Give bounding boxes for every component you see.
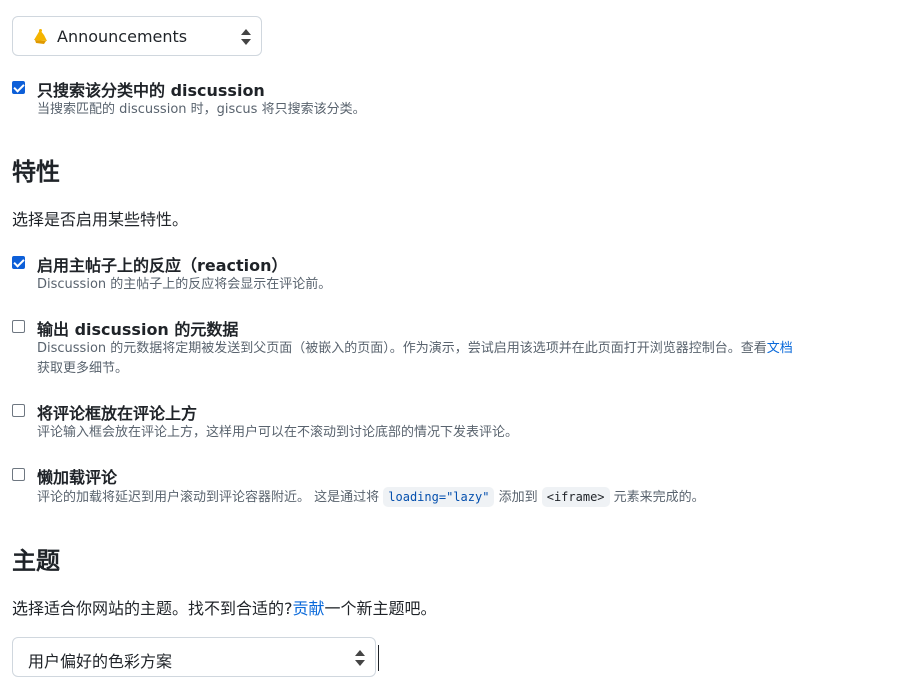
search-in-category-checkbox[interactable]: [12, 81, 25, 94]
search-in-category-desc: 当搜索匹配的 discussion 时，giscus 将只搜索该分类。: [37, 102, 366, 117]
input-top-desc: 评论输入框会放在评论上方，这样用户可以在不滚动到讨论底部的情况下发表评论。: [37, 425, 519, 440]
reactions-checkbox[interactable]: [12, 256, 25, 269]
select-arrows-icon: [241, 29, 251, 45]
contribute-link[interactable]: 贡献: [293, 599, 325, 618]
megaphone-icon: [31, 28, 49, 46]
reactions-title: 启用主帖子上的反应（reaction）: [37, 256, 288, 275]
iframe-code: <iframe>: [541, 487, 610, 507]
features-intro: 选择是否启用某些特性。: [12, 210, 189, 229]
text-cursor: [378, 645, 379, 671]
docs-link[interactable]: 文档: [767, 341, 793, 356]
category-select-value: Announcements: [57, 27, 188, 46]
input-top-checkbox[interactable]: [12, 404, 25, 417]
metadata-checkbox[interactable]: [12, 320, 25, 333]
input-top-title: 将评论框放在评论上方: [37, 404, 198, 423]
features-heading: 特性: [12, 158, 60, 186]
metadata-title: 输出 discussion 的元数据: [37, 320, 239, 339]
lazy-desc-text-2: 添加到: [498, 490, 538, 505]
metadata-desc-text: Discussion 的元数据将定期被发送到父页面（被嵌入的页面）。作为演示，尝…: [37, 341, 767, 356]
search-in-category-title: 只搜索该分类中的 discussion: [37, 81, 265, 100]
lazy-desc: 评论的加载将延迟到用户滚动到评论容器附近。 这是通过将 loading="laz…: [37, 487, 705, 508]
metadata-desc: Discussion 的元数据将定期被发送到父页面（被嵌入的页面）。作为演示，尝…: [37, 339, 917, 379]
reactions-desc: Discussion 的主帖子上的反应将会显示在评论前。: [37, 277, 332, 292]
category-select[interactable]: Announcements: [12, 16, 262, 56]
theme-intro-text-2: 一个新主题吧。: [324, 599, 437, 618]
metadata-desc-text-2: 获取更多细节。: [37, 361, 129, 376]
lazy-desc-text: 评论的加载将延迟到用户滚动到评论容器附近。 这是通过将: [37, 490, 380, 505]
lazy-title: 懒加载评论: [37, 468, 118, 487]
theme-intro: 选择适合你网站的主题。找不到合适的?贡献一个新主题吧。: [12, 595, 437, 619]
theme-select[interactable]: 用户偏好的色彩方案: [12, 637, 376, 677]
theme-intro-text: 选择适合你网站的主题。找不到合适的?: [12, 599, 293, 618]
lazy-checkbox[interactable]: [12, 468, 25, 481]
lazy-desc-text-3: 元素来完成的。: [613, 490, 705, 505]
theme-heading: 主题: [12, 547, 60, 575]
lazy-code: loading="lazy": [383, 487, 495, 507]
select-arrows-icon: [355, 650, 365, 666]
theme-select-value: 用户偏好的色彩方案: [28, 652, 173, 671]
